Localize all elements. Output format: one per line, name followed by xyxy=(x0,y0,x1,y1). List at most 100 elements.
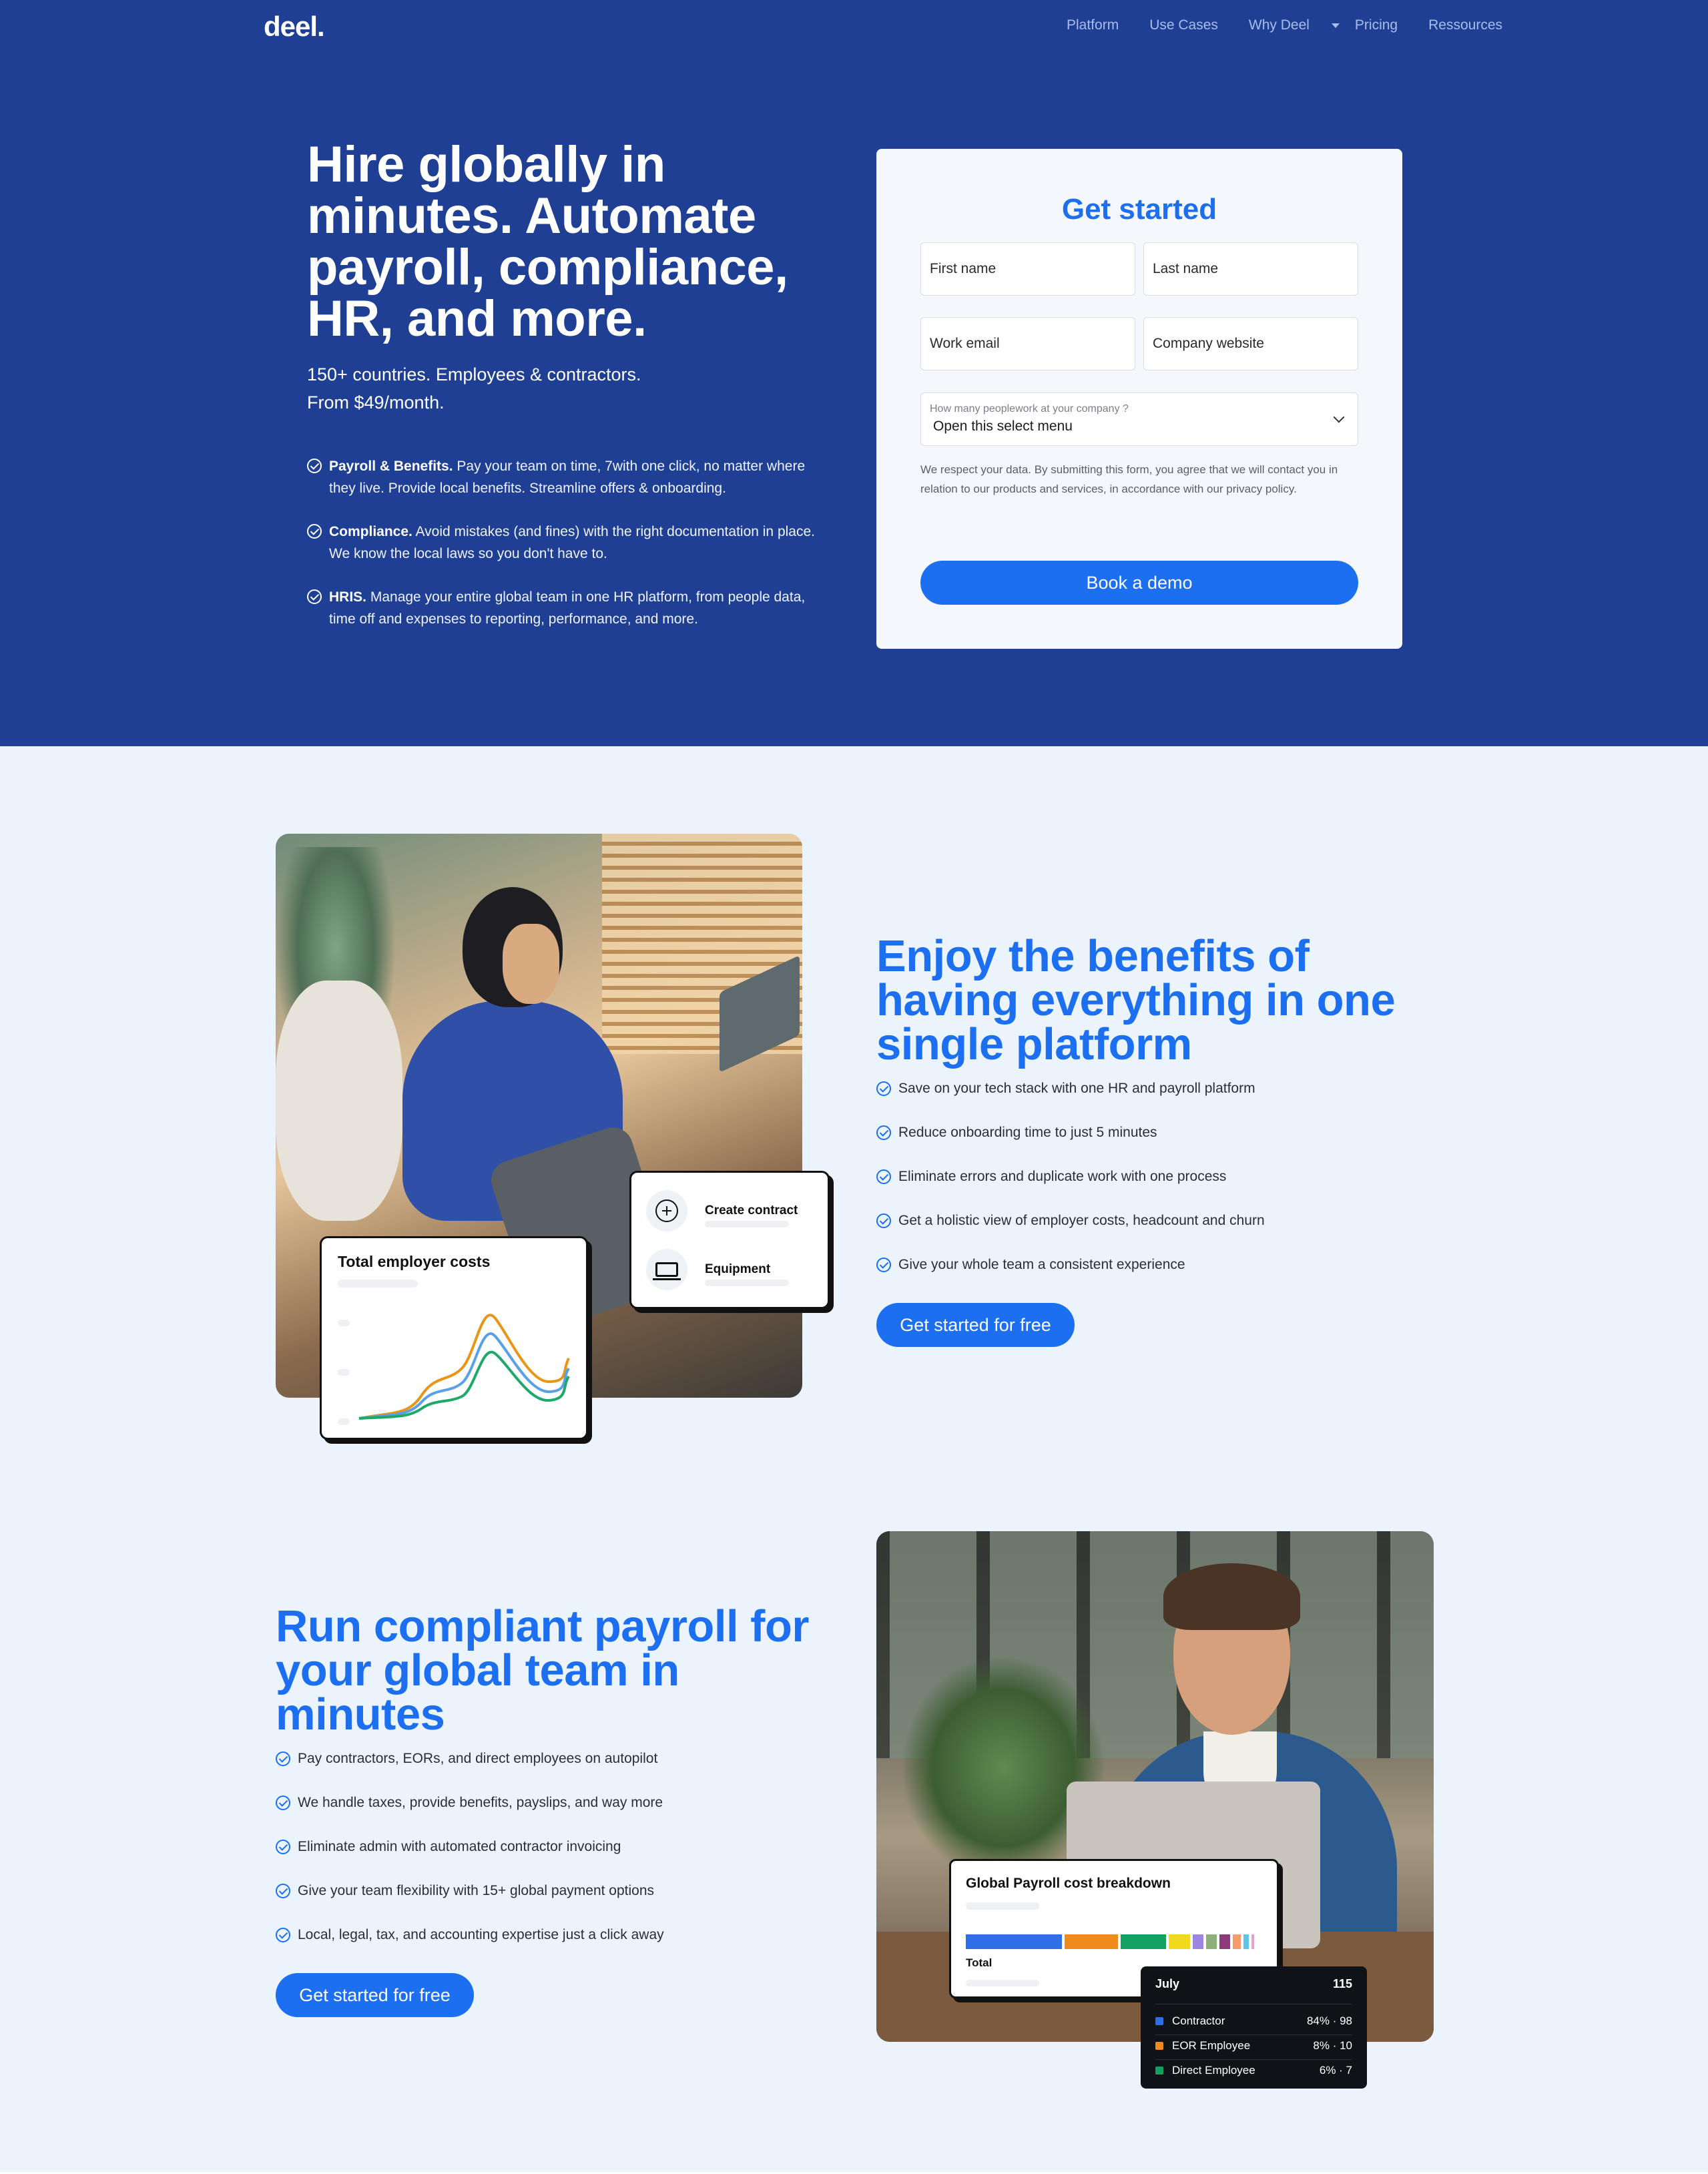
payroll-item: We handle taxes, provide benefits, paysl… xyxy=(276,1781,823,1825)
bar-segment-eor xyxy=(1065,1934,1118,1949)
nav-item-ressources[interactable]: Ressources xyxy=(1428,17,1518,33)
legend-swatch xyxy=(1155,2067,1163,2075)
hero-subtitle-line: From $49/month. xyxy=(307,392,445,413)
payroll-item: Local, legal, tax, and accounting expert… xyxy=(276,1913,823,1957)
benefit-text: Reduce onboarding time to just 5 minutes xyxy=(898,1125,1157,1140)
person-face xyxy=(503,924,559,1004)
cost-line-green xyxy=(358,1350,570,1420)
bar-segment xyxy=(1169,1934,1190,1949)
tooltip-row-label: EOR Employee xyxy=(1172,2039,1251,2052)
first-name-field[interactable]: First name xyxy=(920,242,1135,296)
nav-label: Use Cases xyxy=(1149,17,1218,33)
nav-label: Platform xyxy=(1067,17,1119,33)
feature-bold: HRIS. xyxy=(329,589,367,605)
bar-segment xyxy=(1193,1934,1203,1949)
feature-text: Payroll & Benefits. Pay your team on tim… xyxy=(329,455,834,499)
deel-logo[interactable]: deel. xyxy=(264,11,325,43)
benefits-list: Save on your tech stack with one HR and … xyxy=(876,1067,1424,1287)
tooltip-row-direct: Direct Employee 6% · 7 xyxy=(1155,2064,1352,2077)
payroll-get-started-button[interactable]: Get started for free xyxy=(276,1973,474,2017)
check-circle-icon xyxy=(307,524,322,539)
bar-segment xyxy=(1219,1934,1230,1949)
check-circle-icon xyxy=(276,1751,290,1766)
action-icon-bg xyxy=(646,1249,687,1290)
hero-feature-list: Payroll & Benefits. Pay your team on tim… xyxy=(307,455,834,651)
divider xyxy=(1155,2059,1352,2060)
payroll-title: Run compliant payroll for your global te… xyxy=(276,1601,810,1739)
divider xyxy=(1155,2034,1352,2035)
hero-feature-hris: HRIS. Manage your entire global team in … xyxy=(307,586,834,630)
chevron-down-icon xyxy=(1333,411,1345,423)
nav-item-platform[interactable]: Platform xyxy=(1067,17,1134,33)
benefits-get-started-button[interactable]: Get started for free xyxy=(876,1303,1075,1347)
company-website-field[interactable]: Company website xyxy=(1143,317,1358,370)
benefit-item: Give your whole team a consistent experi… xyxy=(876,1243,1424,1287)
plus-circle-icon xyxy=(655,1199,678,1222)
select-value: Open this select menu xyxy=(933,419,1073,434)
feature-desc: Manage your entire global team in one HR… xyxy=(329,589,806,627)
check-circle-icon xyxy=(876,1081,891,1096)
hero-section: deel. Platform Use Cases Why Deel Pricin… xyxy=(0,0,1708,746)
nav-item-why-deel[interactable]: Why Deel xyxy=(1249,17,1340,33)
legend-swatch xyxy=(1155,2017,1163,2025)
book-demo-button[interactable]: Book a demo xyxy=(920,561,1358,605)
payroll-text: Eliminate admin with automated contracto… xyxy=(298,1839,621,1854)
nav-item-use-cases[interactable]: Use Cases xyxy=(1149,17,1233,33)
payroll-tooltip: July 115 Contractor 84% · 98 EOR Employe… xyxy=(1141,1966,1367,2089)
skeleton-line xyxy=(338,1280,418,1288)
nav-label: Ressources xyxy=(1428,17,1503,33)
payroll-item: Eliminate admin with automated contracto… xyxy=(276,1825,823,1869)
company-size-select[interactable]: How many peoplework at your company ? Op… xyxy=(920,392,1358,446)
caret-down-icon xyxy=(1331,23,1340,28)
payroll-item: Pay contractors, EORs, and direct employ… xyxy=(276,1737,823,1781)
bar-segment xyxy=(1206,1934,1217,1949)
check-circle-icon xyxy=(276,1840,290,1854)
nav-label: Why Deel xyxy=(1248,17,1310,33)
benefit-text: Save on your tech stack with one HR and … xyxy=(898,1081,1255,1096)
hero-feature-compliance: Compliance. Avoid mistakes (and fines) w… xyxy=(307,521,834,565)
tooltip-header: July 115 xyxy=(1155,1977,1352,1991)
feature-bold: Compliance. xyxy=(329,524,412,539)
payroll-text: Give your team flexibility with 15+ glob… xyxy=(298,1883,655,1898)
employer-costs-card: Total employer costs xyxy=(320,1236,588,1440)
tooltip-month: July xyxy=(1155,1977,1180,1990)
tooltip-row-value: 84% · 98 xyxy=(1306,2014,1352,2027)
tooltip-row-value: 6% · 7 xyxy=(1319,2064,1352,2077)
bar-segment xyxy=(1243,1934,1249,1949)
feature-text: Compliance. Avoid mistakes (and fines) w… xyxy=(329,521,834,565)
action-label: Equipment xyxy=(705,1262,771,1276)
hero-feature-payroll: Payroll & Benefits. Pay your team on tim… xyxy=(307,455,834,499)
feature-text: HRIS. Manage your entire global team in … xyxy=(329,586,834,630)
select-label: How many peoplework at your company ? xyxy=(930,403,1129,415)
skeleton-line xyxy=(966,1980,1039,1986)
last-name-field[interactable]: Last name xyxy=(1143,242,1358,296)
nav-label: Pricing xyxy=(1354,17,1398,33)
bar-segment-direct xyxy=(1121,1934,1166,1949)
payroll-text: We handle taxes, provide benefits, paysl… xyxy=(298,1795,663,1810)
benefit-text: Get a holistic view of employer costs, h… xyxy=(898,1213,1265,1228)
legend-swatch xyxy=(1155,2042,1163,2050)
payroll-total-label: Total xyxy=(966,1956,992,1969)
get-started-form: Get started First name Last name Work em… xyxy=(876,149,1402,649)
work-email-field[interactable]: Work email xyxy=(920,317,1135,370)
check-circle-icon xyxy=(876,1258,891,1272)
bar-segment xyxy=(1251,1934,1254,1949)
costs-card-title: Total employer costs xyxy=(338,1253,491,1270)
skeleton-line xyxy=(966,1902,1039,1910)
nav-item-pricing[interactable]: Pricing xyxy=(1355,17,1413,33)
feature-bold: Payroll & Benefits. xyxy=(329,459,453,474)
tooltip-row-value: 8% · 10 xyxy=(1313,2039,1352,2052)
person-hair xyxy=(1163,1563,1300,1630)
tooltip-row-label: Direct Employee xyxy=(1172,2064,1255,2077)
check-circle-icon xyxy=(876,1169,891,1184)
action-label: Create contract xyxy=(705,1203,798,1217)
check-circle-icon xyxy=(876,1213,891,1228)
benefits-title: Enjoy the benefits of having everything … xyxy=(876,931,1396,1069)
benefit-item: Get a holistic view of employer costs, h… xyxy=(876,1199,1424,1243)
check-circle-icon xyxy=(276,1884,290,1898)
benefit-item: Reduce onboarding time to just 5 minutes xyxy=(876,1111,1424,1155)
skeleton-line xyxy=(705,1221,789,1228)
payroll-item: Give your team flexibility with 15+ glob… xyxy=(276,1869,823,1913)
benefit-item: Eliminate errors and duplicate work with… xyxy=(876,1155,1424,1199)
hero-subtitle-line: 150+ countries. Employees & contractors. xyxy=(307,364,641,384)
